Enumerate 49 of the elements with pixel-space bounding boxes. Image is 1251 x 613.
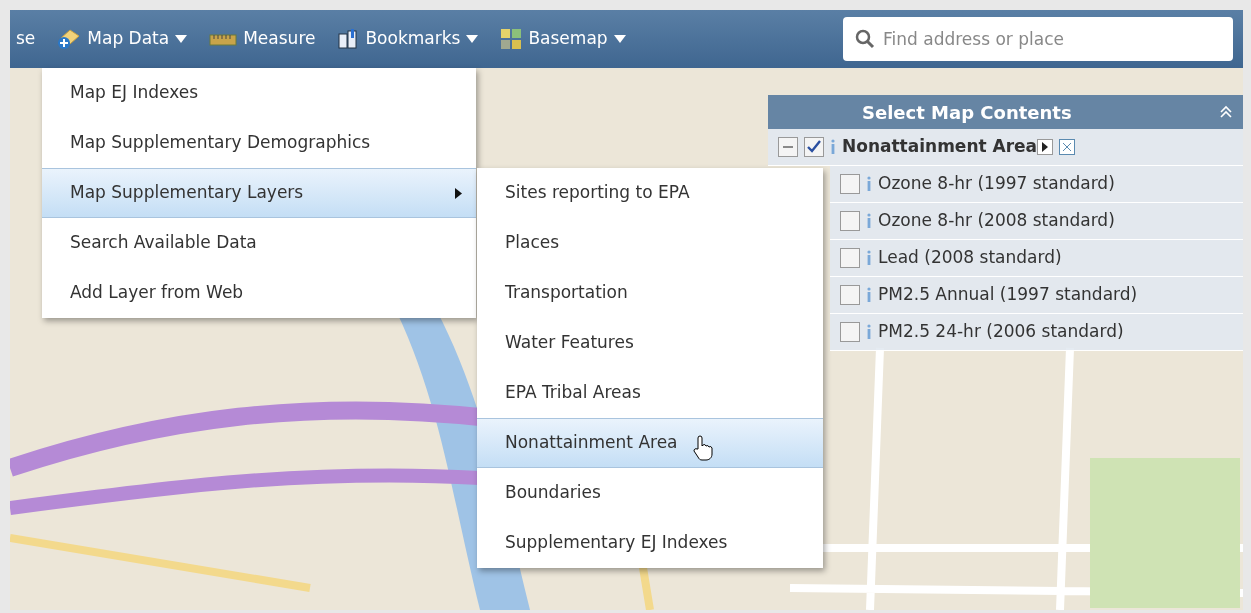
- layer-group-label: Nonattainment Area: [842, 135, 1038, 159]
- submenu-item[interactable]: Transportation: [477, 268, 823, 318]
- menu-item[interactable]: Map EJ Indexes: [42, 68, 476, 118]
- info-icon[interactable]: [866, 324, 872, 340]
- panel-title: Select Map Contents: [862, 100, 1072, 125]
- expand-toggle[interactable]: [778, 137, 798, 157]
- checkbox[interactable]: [804, 137, 824, 157]
- menu-item[interactable]: Search Available Data: [42, 218, 476, 268]
- menu-item[interactable]: Map Supplementary Demographics: [42, 118, 476, 168]
- toolbar-button[interactable]: Basemap: [500, 26, 626, 52]
- submenu-item[interactable]: EPA Tribal Areas: [477, 368, 823, 418]
- info-icon[interactable]: [830, 139, 836, 155]
- close-icon[interactable]: [1059, 139, 1076, 155]
- layer-label: Ozone 8-hr (2008 standard): [878, 209, 1115, 233]
- submenu-item[interactable]: Nonattainment Area: [477, 418, 823, 468]
- toolbar-button[interactable]: se: [16, 26, 36, 52]
- book-icon: [337, 28, 360, 50]
- toolbar-button[interactable]: Bookmarks: [337, 26, 479, 52]
- info-icon[interactable]: [866, 250, 872, 266]
- search-field[interactable]: Find address or place: [843, 17, 1233, 61]
- menu-item[interactable]: Add Layer from Web: [42, 268, 476, 318]
- caret-icon: [466, 35, 479, 43]
- info-icon[interactable]: [866, 213, 872, 229]
- layer-label: Lead (2008 standard): [878, 246, 1062, 270]
- collapse-icon[interactable]: [1219, 105, 1233, 119]
- info-icon[interactable]: [866, 287, 872, 303]
- info-icon[interactable]: [866, 176, 872, 192]
- caret-icon: [613, 35, 626, 43]
- diamond-plus-icon: [57, 28, 82, 50]
- play-icon[interactable]: [1037, 139, 1054, 155]
- submenu-item[interactable]: Places: [477, 218, 823, 268]
- layer-label: Ozone 8-hr (1997 standard): [878, 172, 1115, 196]
- caret-icon: [175, 35, 188, 43]
- menu-item[interactable]: Map Supplementary Layers: [42, 168, 476, 218]
- layer-label: PM2.5 Annual (1997 standard): [878, 283, 1138, 307]
- submenu-item[interactable]: Water Features: [477, 318, 823, 368]
- checkbox[interactable]: [840, 285, 860, 305]
- checkbox[interactable]: [840, 322, 860, 342]
- checkbox[interactable]: [840, 248, 860, 268]
- checkbox[interactable]: [840, 174, 860, 194]
- submenu-item[interactable]: Supplementary EJ Indexes: [477, 518, 823, 568]
- grid-icon: [500, 28, 523, 50]
- toolbar-button[interactable]: Measure: [209, 26, 316, 52]
- toolbar-button[interactable]: Map Data: [57, 26, 188, 52]
- hand-cursor-icon: [691, 435, 714, 461]
- submenu-item[interactable]: Sites reporting to EPA: [477, 168, 823, 218]
- submenu-item[interactable]: Boundaries: [477, 468, 823, 518]
- checkbox[interactable]: [840, 211, 860, 231]
- layer-label: PM2.5 24-hr (2006 standard): [878, 320, 1124, 344]
